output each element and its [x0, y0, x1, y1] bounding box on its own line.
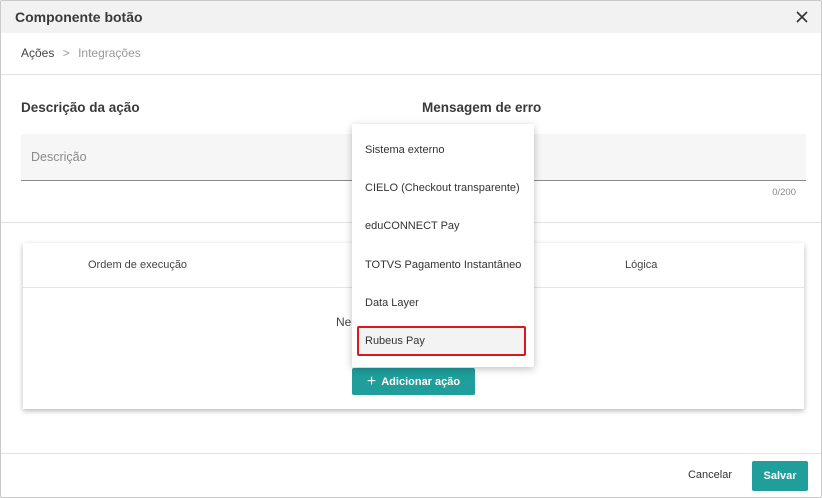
dialog-header: Componente botão — [1, 1, 821, 33]
add-action-label: Adicionar ação — [381, 375, 461, 388]
header-divider — [1, 74, 821, 75]
breadcrumb-separator: > — [62, 46, 70, 60]
error-char-counter: 0/200 — [772, 187, 796, 198]
plus-icon: + — [366, 372, 377, 390]
menu-item-totvs-pagamento[interactable]: TOTVS Pagamento Instantâneo — [352, 250, 534, 280]
menu-item-label: Rubeus Pay — [365, 335, 425, 347]
menu-item-label: Sistema externo — [365, 144, 445, 156]
menu-item-sistema-externo[interactable]: Sistema externo — [352, 135, 534, 165]
menu-item-cielo[interactable]: CIELO (Checkout transparente) — [352, 173, 534, 203]
description-label: Descrição da ação — [21, 100, 140, 115]
menu-item-label: CIELO (Checkout transparente) — [365, 182, 520, 194]
error-message-label: Mensagem de erro — [422, 100, 542, 115]
breadcrumb-item-acoes[interactable]: Ações — [21, 46, 54, 60]
breadcrumb: Ações > Integrações — [21, 46, 141, 60]
menu-item-rubeus-pay[interactable]: Rubeus Pay — [357, 326, 526, 356]
description-field[interactable] — [21, 134, 401, 181]
add-action-button[interactable]: + Adicionar ação — [352, 368, 475, 395]
column-header-logic: Lógica — [625, 259, 658, 271]
menu-item-educonnect-pay[interactable]: eduCONNECT Pay — [352, 211, 534, 241]
column-header-order: Ordem de execução — [88, 259, 188, 271]
menu-item-label: TOTVS Pagamento Instantâneo — [365, 259, 522, 271]
footer-divider — [1, 453, 821, 454]
menu-item-label: eduCONNECT Pay — [365, 220, 460, 232]
dialog-title: Componente botão — [15, 9, 143, 25]
cancel-button[interactable]: Cancelar — [681, 463, 739, 487]
empty-state-text: Ne — [336, 315, 352, 329]
integration-dropdown-menu: Sistema externo CIELO (Checkout transpar… — [352, 124, 534, 367]
menu-item-label: Data Layer — [365, 297, 419, 309]
description-input[interactable] — [31, 134, 392, 180]
menu-item-data-layer[interactable]: Data Layer — [352, 288, 534, 318]
component-dialog: Componente botão Ações > Integrações Des… — [0, 0, 822, 498]
close-icon[interactable] — [792, 7, 812, 27]
breadcrumb-item-integracoes: Integrações — [78, 46, 141, 60]
save-button[interactable]: Salvar — [752, 461, 808, 491]
